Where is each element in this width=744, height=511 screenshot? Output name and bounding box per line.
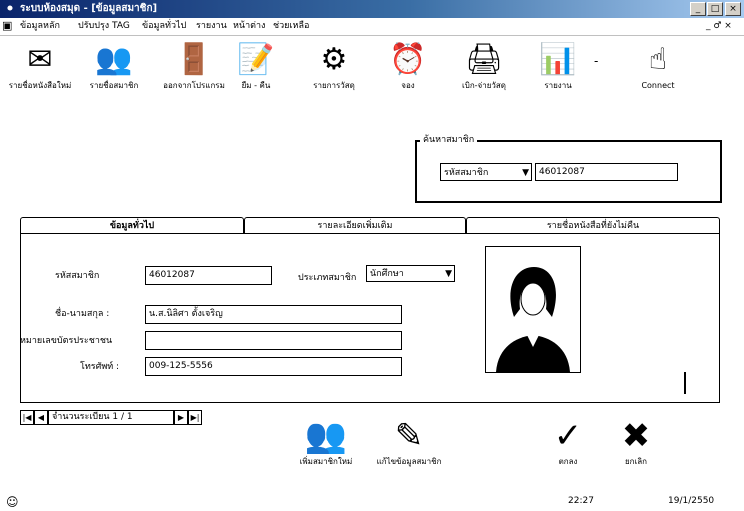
status-date: 19/1/2550 <box>668 496 715 506</box>
button-label: ตกลง <box>558 457 578 466</box>
member-photo <box>485 246 581 373</box>
prev-record-button[interactable]: ◀ <box>34 410 48 425</box>
person-silhouette-icon <box>496 267 570 372</box>
add-member-button[interactable]: 👥 เพิ่มสมาชิกใหม่ <box>288 416 364 468</box>
reserve-clock-icon: ⏰ <box>389 42 427 77</box>
panel-scroll-mark <box>684 372 686 394</box>
toolbar-label: Connect <box>641 81 675 90</box>
chevron-down-icon: ▼ <box>522 168 529 178</box>
phone-label: โทรศัพท์ : <box>80 362 120 372</box>
connect-button[interactable]: ☝ Connect <box>620 40 696 100</box>
ok-button[interactable]: ✓ ตกลง <box>542 416 594 468</box>
toolbar-separator: - <box>594 54 599 68</box>
reserve-button[interactable]: ⏰ จอง <box>370 40 446 100</box>
toolbar-label: รายงาน <box>544 81 572 90</box>
menu-window[interactable]: หน้าต่าง <box>233 21 265 32</box>
book-open-icon: ✉ <box>27 42 53 77</box>
close-button[interactable]: × <box>725 2 741 16</box>
member-id-label: รหัสสมาชิก <box>55 271 100 281</box>
toolbar-label: รายชื่อสมาชิก <box>89 81 139 90</box>
first-record-button[interactable]: |◀ <box>20 410 34 425</box>
borrow-return-icon: 📝 <box>237 42 275 77</box>
member-type-label: ประเภทสมาชิก <box>298 273 357 283</box>
window-title: ระบบห้องสมุด - [ข้อมูลสมาชิก] <box>20 3 158 14</box>
name-field[interactable]: น.ส.นิลิศา ตั้งเจริญ <box>145 305 402 324</box>
connect-hand-icon: ☝ <box>648 42 668 77</box>
button-label: ยกเลิก <box>624 457 647 466</box>
menu-help[interactable]: ช่วยเหลือ <box>273 21 309 32</box>
id-card-field[interactable] <box>145 331 402 350</box>
status-app-icon: ☺ <box>6 495 19 509</box>
next-record-button[interactable]: ▶ <box>174 410 188 425</box>
tab-general-info[interactable]: ข้อมูลทั่วไป <box>20 217 244 234</box>
member-id-field[interactable]: 46012087 <box>145 266 272 285</box>
toolbar-label: รายชื่อหนังสือใหม่ <box>8 81 72 90</box>
tab-unreturned-books[interactable]: รายชื่อหนังสือที่ยังไม่คืน <box>466 217 720 234</box>
status-time: 22:27 <box>568 496 594 506</box>
cancel-icon: ✖ <box>621 416 651 456</box>
member-type-select[interactable]: นักศึกษา ▼ <box>366 265 455 282</box>
materials-icon: ⚙ <box>320 42 348 77</box>
edit-member-button[interactable]: ✎ แก้ไขข้อมูลสมาชิก <box>368 416 450 468</box>
search-input[interactable]: 46012087 <box>535 163 678 181</box>
maximize-button[interactable]: □ <box>707 2 723 16</box>
mdi-controls[interactable]: _ ♂ × <box>706 21 732 32</box>
chevron-down-icon: ▼ <box>445 269 452 279</box>
search-field-value: รหัสสมาชิก <box>444 168 489 178</box>
member-type-value: นักศึกษา <box>370 269 404 279</box>
toolbar-label: รายการวัสดุ <box>313 81 355 90</box>
last-record-button[interactable]: ▶| <box>188 410 202 425</box>
toolbar-label: จอง <box>401 81 415 90</box>
printer-icon: 🖨 <box>464 42 504 77</box>
search-field-select[interactable]: รหัสสมาชิก ▼ <box>440 163 532 181</box>
menu-main-data[interactable]: ข้อมูลหลัก <box>20 21 60 32</box>
members-list-button[interactable]: 👥 รายชื่อสมาชิก <box>76 40 152 100</box>
title-bar: ⚫ ระบบห้องสมุด - [ข้อมูลสมาชิก] _ □ × <box>0 0 744 18</box>
report-button[interactable]: 📊 รายงาน <box>520 40 596 100</box>
app-icon: ⚫ <box>5 2 15 15</box>
report-icon: 📊 <box>539 42 577 77</box>
cancel-button[interactable]: ✖ ยกเลิก <box>604 416 668 468</box>
tab-additional-details[interactable]: รายละเอียดเพิ่มเติม <box>244 217 466 234</box>
minimize-button[interactable]: _ <box>690 2 706 16</box>
record-count: จำนวนระเบียน 1 / 1 <box>48 410 174 425</box>
materials-issue-button[interactable]: 🖨 เบิก-จ่ายวัสดุ <box>446 40 522 100</box>
edit-member-icon: ✎ <box>394 416 424 456</box>
materials-list-button[interactable]: ⚙ รายการวัสดุ <box>296 40 372 100</box>
phone-field[interactable]: 009-125-5556 <box>145 357 402 376</box>
menu-report[interactable]: รายงาน <box>196 21 227 32</box>
menu-general-info[interactable]: ข้อมูลทั่วไป <box>142 21 186 32</box>
button-label: แก้ไขข้อมูลสมาชิก <box>376 457 442 466</box>
menu-update-tag[interactable]: ปรับปรุง TAG <box>78 21 130 32</box>
search-group-legend: ค้นหาสมาชิก <box>420 132 478 146</box>
toolbar-label: ยืม - คืน <box>241 81 271 90</box>
name-label: ชื่อ-นามสกุล : <box>55 309 110 319</box>
borrow-return-button[interactable]: 📝 ยืม - คืน <box>218 40 294 100</box>
button-label: เพิ่มสมาชิกใหม่ <box>299 457 353 466</box>
menu-bar: ▣ ข้อมูลหลัก ปรับปรุง TAG ข้อมูลทั่วไป ร… <box>0 18 744 36</box>
status-bar: ☺ 22:27 19/1/2550 <box>0 494 744 511</box>
id-card-label: หมายเลขบัตรประชาชน <box>20 336 113 346</box>
toolbar-label: เบิก-จ่ายวัสดุ <box>462 81 506 90</box>
add-member-icon: 👥 <box>304 416 348 456</box>
ok-icon: ✓ <box>553 416 583 456</box>
new-books-button[interactable]: ✉ รายชื่อหนังสือใหม่ <box>2 40 78 100</box>
members-icon: 👥 <box>95 42 133 77</box>
mdi-child-icon: ▣ <box>2 19 13 32</box>
